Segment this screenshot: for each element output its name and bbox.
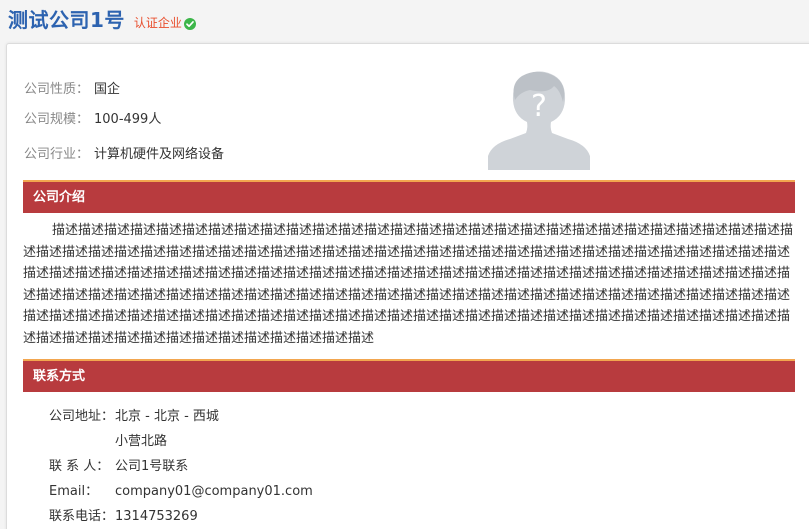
contact-phone-row: 联系电话：1314753269 [49,505,198,524]
svg-text:?: ? [531,89,547,124]
address-street: 小营北路 [115,434,168,449]
contact-address-row: 公司地址：北京 - 北京 - 西城 [49,405,219,424]
size-label: 公司规模： [24,112,90,127]
company-name: 测试公司1号 [8,8,125,32]
verified-label: 认证企业 [133,16,182,30]
address-label: 公司地址： [49,409,115,424]
contact-address-row-2: 小营北路 [49,430,167,449]
page-header: 测试公司1号 认证企业 [8,4,196,32]
section-header-contact: 联系方式 [23,359,795,392]
contact-email-row: Email： company01@company01.com [49,480,313,499]
unknown-user-avatar-icon: ? [488,70,590,172]
email-label: Email： [49,484,99,499]
person-label: 联 系 人： [49,459,110,474]
nature-label: 公司性质： [24,82,90,97]
industry-label: 公司行业： [24,147,90,162]
company-description: 描述描述描述描述描述描述描述描述描述描述描述描述描述描述描述描述描述描述描述描述… [23,223,794,346]
contact-person-row: 联 系 人： 公司1号联系 [49,455,188,474]
verified-badge: 认证企业 [134,14,196,31]
info-row-nature: 公司性质： 国企 [24,78,120,97]
phone-label: 联系电话： [49,509,115,524]
info-row-size: 公司规模： 100-499人 [24,108,161,127]
industry-value: 计算机硬件及网络设备 [94,147,225,162]
info-row-industry: 公司行业： 计算机硬件及网络设备 [24,143,224,162]
section-header-intro: 公司介绍 [23,180,795,213]
person-value: 公司1号联系 [115,459,189,474]
email-value[interactable]: company01@company01.com [115,484,313,499]
check-circle-icon [183,17,196,30]
address-value: 北京 - 北京 - 西城 [115,409,219,424]
phone-value: 1314753269 [115,509,198,524]
nature-value: 国企 [94,82,121,97]
size-value: 100-499人 [94,112,162,127]
company-profile-card: 公司性质： 国企 公司规模： 100-499人 公司行业： 计算机硬件及网络设备 ? … [6,43,809,529]
